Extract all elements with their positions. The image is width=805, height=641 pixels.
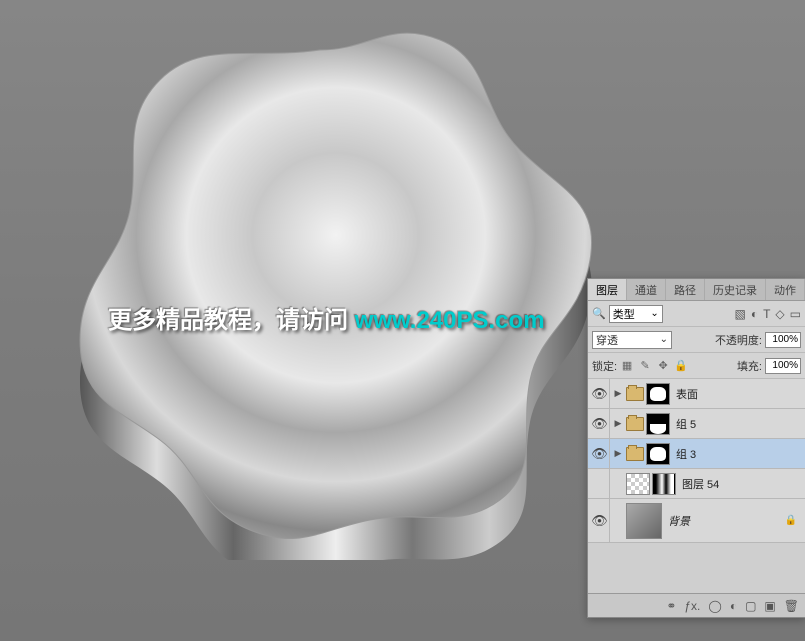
- visibility-toggle[interactable]: 👁: [590, 409, 610, 438]
- folder-icon: [626, 417, 644, 431]
- fill-label: 填充:: [737, 358, 762, 374]
- expand-toggle[interactable]: ▶: [612, 388, 624, 399]
- delete-layer-icon[interactable]: 🗑: [784, 599, 799, 613]
- layer-name-label[interactable]: 背景: [668, 513, 690, 529]
- layer-row-background[interactable]: 👁 背景 🔒: [588, 499, 805, 543]
- new-fill-adjust-icon[interactable]: ◐: [730, 599, 737, 613]
- layer-mask-thumb[interactable]: [646, 443, 670, 465]
- layer-mask-thumb[interactable]: [646, 383, 670, 405]
- layer-thumb[interactable]: [626, 503, 662, 539]
- fill-input[interactable]: [765, 358, 801, 374]
- layers-panel: 图层 通道 路径 历史记录 动作 🔍 类型 ▧ ◐ T ◇ ▭ 穿透 不透明度:…: [587, 278, 805, 618]
- tab-layers[interactable]: 图层: [588, 279, 627, 300]
- layer-name-label[interactable]: 组 5: [676, 416, 696, 432]
- layer-row-group3[interactable]: 👁 ▶ 组 3: [588, 439, 805, 469]
- layer-row-layer54[interactable]: 图层 54: [588, 469, 805, 499]
- expand-toggle[interactable]: ▶: [612, 418, 624, 429]
- visibility-toggle[interactable]: 👁: [590, 439, 610, 468]
- search-icon: 🔍: [592, 307, 606, 320]
- rendered-3d-object: [40, 0, 600, 560]
- blend-opacity-row: 穿透 不透明度:: [588, 327, 805, 353]
- opacity-label: 不透明度:: [715, 332, 762, 348]
- layer-name-label[interactable]: 组 3: [676, 446, 696, 462]
- layer-row-surface[interactable]: 👁 ▶ 表面: [588, 379, 805, 409]
- layer-mask-thumb[interactable]: [652, 473, 676, 495]
- filter-smart-icon[interactable]: ▭: [790, 307, 801, 321]
- visibility-toggle[interactable]: 👁: [590, 499, 610, 542]
- filter-row: 🔍 类型 ▧ ◐ T ◇ ▭: [588, 301, 805, 327]
- lock-label: 锁定:: [592, 358, 617, 374]
- lock-position-icon[interactable]: ✥: [656, 359, 670, 372]
- watermark-text: 更多精品教程，请访问 www.240PS.com: [108, 300, 545, 335]
- panel-tab-bar: 图层 通道 路径 历史记录 动作: [588, 279, 805, 301]
- layers-panel-footer: ⚭ ƒx. ◯ ◐ ▢ ▣ 🗑: [588, 593, 805, 617]
- layer-list: 👁 ▶ 表面 👁 ▶ 组 5 👁 ▶ 组 3 图层 54: [588, 379, 805, 593]
- filter-adjust-icon[interactable]: ◐: [751, 307, 758, 321]
- tab-paths[interactable]: 路径: [666, 279, 705, 300]
- layer-fx-icon[interactable]: ƒx.: [684, 599, 700, 613]
- visibility-toggle[interactable]: [590, 469, 610, 498]
- lock-pixels-icon[interactable]: ✎: [638, 359, 652, 372]
- layer-name-label[interactable]: 图层 54: [682, 476, 719, 492]
- filter-shape-icon[interactable]: ◇: [775, 307, 784, 321]
- new-group-icon[interactable]: ▢: [745, 599, 756, 613]
- tab-actions[interactable]: 动作: [766, 279, 805, 300]
- filter-type-icon[interactable]: T: [763, 307, 770, 321]
- folder-icon: [626, 447, 644, 461]
- lock-transparency-icon[interactable]: ▦: [620, 359, 634, 372]
- lock-indicator-icon: 🔒: [785, 515, 797, 526]
- tab-history[interactable]: 历史记录: [705, 279, 766, 300]
- blend-mode-dropdown[interactable]: 穿透: [592, 331, 672, 349]
- filter-kind-dropdown[interactable]: 类型: [609, 305, 663, 323]
- expand-toggle[interactable]: ▶: [612, 448, 624, 459]
- filter-pixel-icon[interactable]: ▧: [734, 307, 745, 321]
- layer-name-label[interactable]: 表面: [676, 386, 698, 402]
- layer-row-group5[interactable]: 👁 ▶ 组 5: [588, 409, 805, 439]
- layer-mask-thumb[interactable]: [646, 413, 670, 435]
- tab-channels[interactable]: 通道: [627, 279, 666, 300]
- visibility-toggle[interactable]: 👁: [590, 379, 610, 408]
- lock-fill-row: 锁定: ▦ ✎ ✥ 🔒 填充:: [588, 353, 805, 379]
- link-layers-icon[interactable]: ⚭: [666, 599, 676, 613]
- folder-icon: [626, 387, 644, 401]
- add-mask-icon[interactable]: ◯: [708, 599, 721, 613]
- layer-list-empty-area[interactable]: [588, 543, 805, 593]
- lock-all-icon[interactable]: 🔒: [674, 359, 688, 372]
- layer-thumb[interactable]: [626, 473, 650, 495]
- opacity-input[interactable]: [765, 332, 801, 348]
- new-layer-icon[interactable]: ▣: [764, 599, 775, 613]
